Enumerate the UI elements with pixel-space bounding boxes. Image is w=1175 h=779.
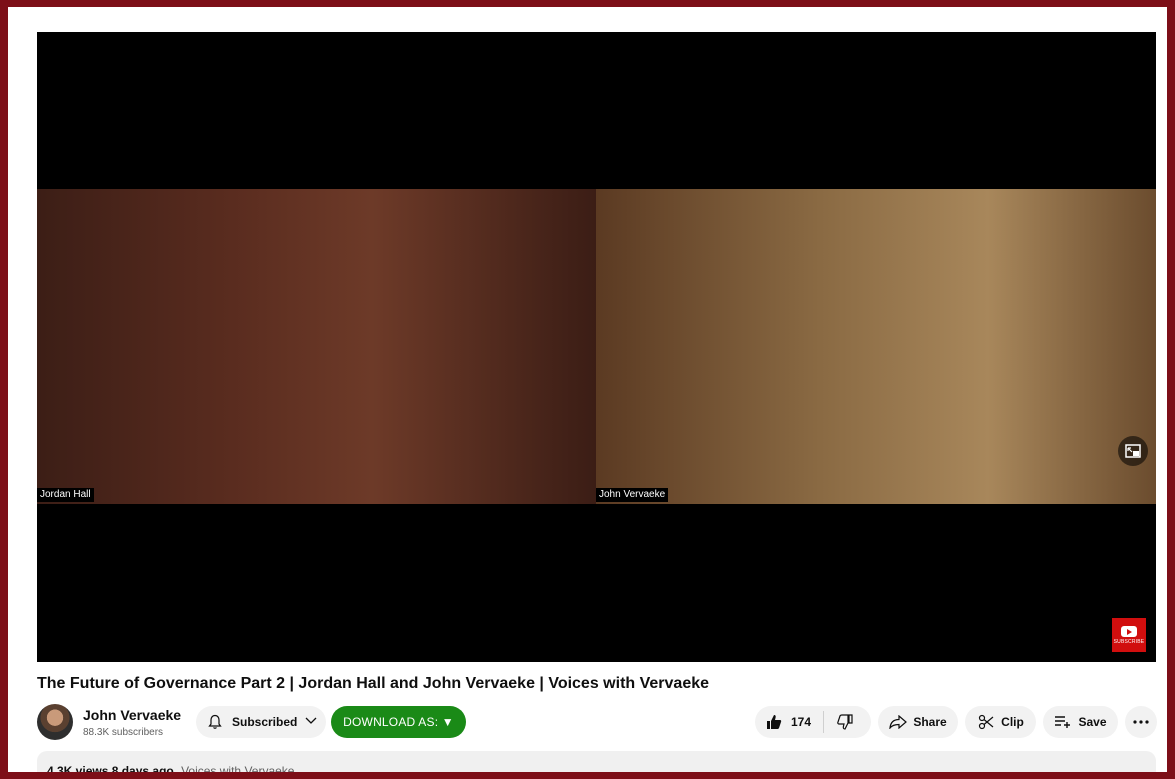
description-tag[interactable]: Voices with Vervaeke [181,764,294,772]
video-title: The Future of Governance Part 2 | Jordan… [37,675,710,692]
page: Jordan Hall John Vervaeke SUBSCRIBE The … [8,7,1167,772]
channel-info: John Vervaeke 88.3K subscribers [37,704,181,740]
playlist-add-icon [1054,715,1072,729]
channel-name[interactable]: John Vervaeke [83,707,181,723]
share-icon [889,715,908,729]
view-stats: 4.3K views 8 days ago [47,764,174,772]
participant-label: Jordan Hall [37,488,94,502]
more-button[interactable] [1125,706,1157,738]
miniplayer-icon[interactable] [1118,436,1148,466]
avatar[interactable] [37,704,73,740]
video-player[interactable]: Jordan Hall John Vervaeke SUBSCRIBE [37,32,1156,662]
share-label: Share [913,715,947,729]
subscribe-label: Subscribed [232,715,298,729]
save-label: Save [1078,715,1107,729]
clip-label: Clip [1001,715,1024,729]
participant-tile-right: John Vervaeke [596,189,1156,504]
subscribe-button[interactable]: Subscribed [196,706,326,738]
scissors-icon [977,714,995,730]
subscribe-watermark-label: SUBSCRIBE [1113,638,1145,645]
bell-icon [206,714,224,730]
subscribe-watermark[interactable]: SUBSCRIBE [1112,618,1146,652]
chevron-down-icon [305,716,317,728]
youtube-play-icon [1121,625,1137,637]
share-button[interactable]: Share [878,706,958,738]
subscriber-count: 88.3K subscribers [83,726,164,738]
description-box[interactable]: 4.3K views 8 days ago Voices with Vervae… [37,751,1156,772]
like-dislike-group: 174 [755,706,871,738]
more-icon [1132,720,1150,724]
save-button[interactable]: Save [1043,706,1118,738]
download-button[interactable]: DOWNLOAD AS: ▼ [331,706,466,738]
clip-button[interactable]: Clip [965,706,1036,738]
divider [823,711,825,733]
participant-tile-left: Jordan Hall [37,189,596,504]
participant-label: John Vervaeke [596,488,669,502]
thumbs-down-icon[interactable] [836,714,854,730]
thumbs-up-icon[interactable] [765,714,783,730]
like-count: 174 [791,715,812,729]
